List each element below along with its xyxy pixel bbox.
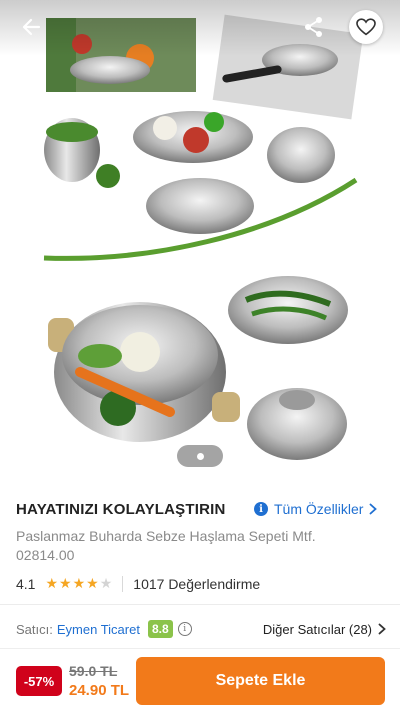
product-brand[interactable]: HAYATINIZI KOLAYLAŞTIRIN [16, 501, 226, 518]
section-divider [0, 604, 400, 605]
star-icon: ★ [72, 575, 86, 591]
current-price: 24.90 TL [69, 682, 130, 699]
chevron-right-icon [378, 623, 386, 635]
product-image [43, 14, 364, 460]
old-price: 59.0 TL [69, 663, 118, 679]
rating-divider [122, 575, 124, 592]
seller-score-badge: 8.8 [147, 620, 173, 638]
discount-badge: -57% [16, 666, 62, 696]
share-button[interactable] [298, 11, 330, 43]
pager-dot-active [196, 452, 204, 460]
rating-stars: ★ ★ ★ ★ ★ [45, 575, 112, 592]
review-count: 1017 Değerlendirme [133, 575, 261, 592]
add-to-cart-button[interactable]: Sepete Ekle [136, 657, 385, 705]
product-name: Paslanmaz Buharda Sebze Haşlama Sepeti M… [16, 528, 316, 563]
seller-row: Satıcı: Eymen Ticaret 8.8 i Diğer Satıcı… [16, 618, 386, 640]
other-sellers-label: Diğer Satıcılar (28) [262, 621, 372, 637]
gallery-pager[interactable] [177, 445, 223, 467]
star-icon: ★ [45, 575, 59, 591]
other-sellers-link[interactable]: Diğer Satıcılar (28) [263, 622, 386, 637]
all-specs-label: Tüm Özellikler [274, 501, 364, 517]
purchase-bar: -57% 59.0 TL 24.90 TL Sepete Ekle [0, 648, 400, 711]
seller-label: Satıcı: [16, 621, 53, 637]
rating-value: 4.1 [16, 575, 36, 592]
star-icon: ★ [59, 575, 72, 591]
all-specs-link[interactable]: i Tüm Özellikler [254, 501, 378, 517]
info-icon: i [254, 502, 268, 516]
chevron-right-icon [370, 503, 378, 515]
star-icon: ★ [86, 575, 99, 591]
rating-row[interactable]: 4.1 ★ ★ ★ ★ ★ 1017 Değerlendirme [16, 575, 260, 592]
star-empty-icon: ★ [99, 575, 113, 591]
heart-icon [356, 18, 376, 36]
share-icon [305, 17, 322, 37]
back-button[interactable] [14, 12, 48, 42]
seller-info-icon[interactable]: i [177, 622, 192, 636]
back-arrow-icon [22, 18, 41, 36]
favorite-button[interactable] [349, 10, 383, 44]
header-gradient [0, 0, 400, 56]
seller-name-link[interactable]: Eymen Ticaret [57, 622, 140, 637]
product-image-gallery[interactable] [0, 0, 400, 483]
product-page: HAYATINIZI KOLAYLAŞTIRIN i Tüm Özellikle… [0, 0, 400, 711]
